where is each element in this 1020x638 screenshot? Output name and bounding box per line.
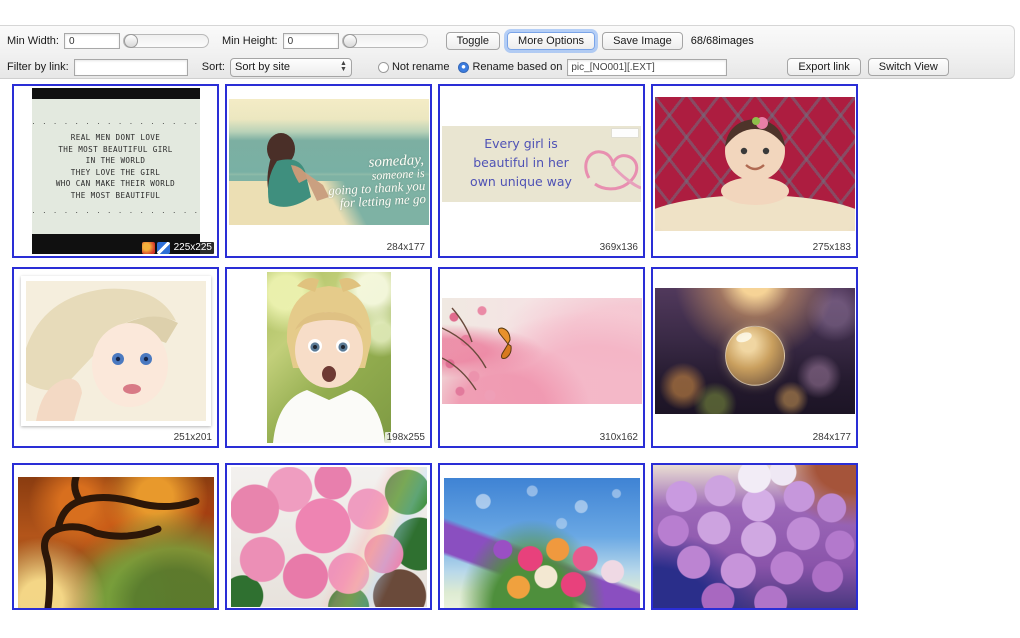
tile-every-girl[interactable]: Every girl is beautiful in her own uniqu…	[438, 84, 645, 258]
size-label: 369x136	[597, 242, 640, 254]
rename-label: Rename based on	[472, 61, 563, 73]
badge-icon-blue[interactable]	[156, 242, 170, 254]
size-label: 275x183	[810, 242, 853, 254]
more-options-button[interactable]: More Options	[507, 32, 596, 50]
thumbnail-autumn-tree	[17, 477, 214, 608]
toddler-face	[272, 278, 385, 443]
thumbnail-beach-someday: someday, someone is going to thank you f…	[228, 99, 429, 225]
baby-hat-face	[25, 288, 178, 421]
export-link-button[interactable]: Export link	[787, 58, 861, 76]
grid-row-2: 251x201 198x255 310x162 284x177	[12, 258, 872, 448]
switch-view-button[interactable]: Switch View	[867, 58, 949, 76]
not-rename-radio[interactable]	[377, 61, 389, 73]
baby-face	[720, 117, 789, 205]
image-count: 68/68images	[690, 35, 754, 47]
grid-row-3	[12, 448, 872, 610]
thumbnail-purple-roses	[653, 465, 856, 608]
thumbnail-quote-real-men: . . . . . . . . . . . . . . . . . . . RE…	[31, 88, 200, 254]
thumbnail-baby-red-diamonds	[654, 97, 855, 231]
tile-tulips-sky[interactable]	[438, 463, 645, 610]
rename-pattern-input[interactable]	[567, 58, 728, 76]
glass-sphere	[724, 325, 785, 386]
toolbar-row-2: Filter by link: Sort: Sort by site ▲ ▼ No…	[0, 55, 1014, 79]
tile-pink-roses[interactable]	[225, 463, 432, 610]
tile-purple-roses[interactable]	[651, 463, 858, 610]
tile-baby-red-diamonds[interactable]: 275x183	[651, 84, 858, 258]
toolbar: Min Width: 0 Min Height: 0 Toggle More O…	[0, 25, 1015, 79]
min-width-label: Min Width:	[7, 35, 59, 47]
toolbar-row-1: Min Width: 0 Min Height: 0 Toggle More O…	[0, 29, 1014, 53]
blossom-branches	[441, 307, 512, 390]
size-label: 310x162	[597, 432, 640, 444]
thumbnail-tulips-sky	[443, 478, 640, 608]
min-width-slider[interactable]	[122, 34, 209, 48]
filter-by-link-label: Filter by link:	[7, 61, 69, 73]
sort-select[interactable]: Sort by site ▲ ▼	[229, 57, 352, 77]
not-rename-label: Not rename	[391, 61, 450, 73]
thumbnail-baby-knit-hat	[20, 275, 211, 426]
thumbnail-every-girl: Every girl is beautiful in her own uniqu…	[442, 126, 641, 202]
sort-label: Sort:	[201, 61, 225, 73]
min-height-label: Min Height:	[221, 35, 278, 47]
min-height-slider-thumb[interactable]	[342, 34, 357, 48]
size-label: 284x177	[810, 432, 853, 444]
save-image-button[interactable]: Save Image	[602, 32, 683, 50]
size-label: 225x225	[171, 242, 214, 254]
sort-select-value: Sort by site	[234, 61, 291, 73]
min-width-slider-thumb[interactable]	[123, 34, 138, 48]
select-arrows-icon: ▲ ▼	[340, 60, 347, 73]
min-height-slider[interactable]	[341, 34, 428, 48]
butterfly-icon	[497, 326, 512, 359]
tile-bubble-autumn[interactable]: 284x177	[651, 267, 858, 448]
thumbnail-pink-roses	[230, 466, 427, 607]
tile-toddler-blonde[interactable]: 198x255	[225, 267, 432, 448]
min-width-input[interactable]: 0	[63, 33, 120, 49]
image-grid: . . . . . . . . . . . . . . . . . . . RE…	[12, 84, 872, 610]
thumbnail-blossom-butterfly	[441, 297, 642, 404]
size-label: 198x255	[384, 432, 427, 444]
image-downloader-window: { "toolbar": { "min_width_label": "Min W…	[0, 0, 1020, 638]
quote-dotted-line-bottom: . . . . . . . . . . . . . . . . . . .	[31, 207, 200, 215]
thumbnail-toddler-blonde	[266, 272, 391, 443]
badge-icon-red[interactable]	[141, 242, 155, 254]
toggle-button[interactable]: Toggle	[445, 32, 501, 50]
tree-branches	[40, 477, 199, 608]
tile-autumn-tree[interactable]	[12, 463, 219, 610]
tile-quote-real-men[interactable]: . . . . . . . . . . . . . . . . . . . RE…	[12, 84, 219, 258]
tile-blossom-butterfly[interactable]: 310x162	[438, 267, 645, 448]
tile-beach-someday[interactable]: someday, someone is going to thank you f…	[225, 84, 432, 258]
size-label: 284x177	[384, 242, 427, 254]
rename-radio[interactable]	[458, 61, 470, 73]
filter-by-link-input[interactable]	[73, 58, 188, 76]
min-height-input[interactable]: 0	[282, 33, 339, 49]
quote-dotted-line-top: . . . . . . . . . . . . . . . . . . .	[31, 118, 200, 126]
beach-caption: someday, someone is going to thank you f…	[327, 151, 426, 211]
thumbnail-bubble-autumn	[654, 287, 855, 414]
tile-baby-knit-hat[interactable]: 251x201	[12, 267, 219, 448]
watermark-chip	[611, 128, 639, 138]
grid-row-1: . . . . . . . . . . . . . . . . . . . RE…	[12, 84, 872, 258]
size-label: 251x201	[171, 432, 214, 444]
